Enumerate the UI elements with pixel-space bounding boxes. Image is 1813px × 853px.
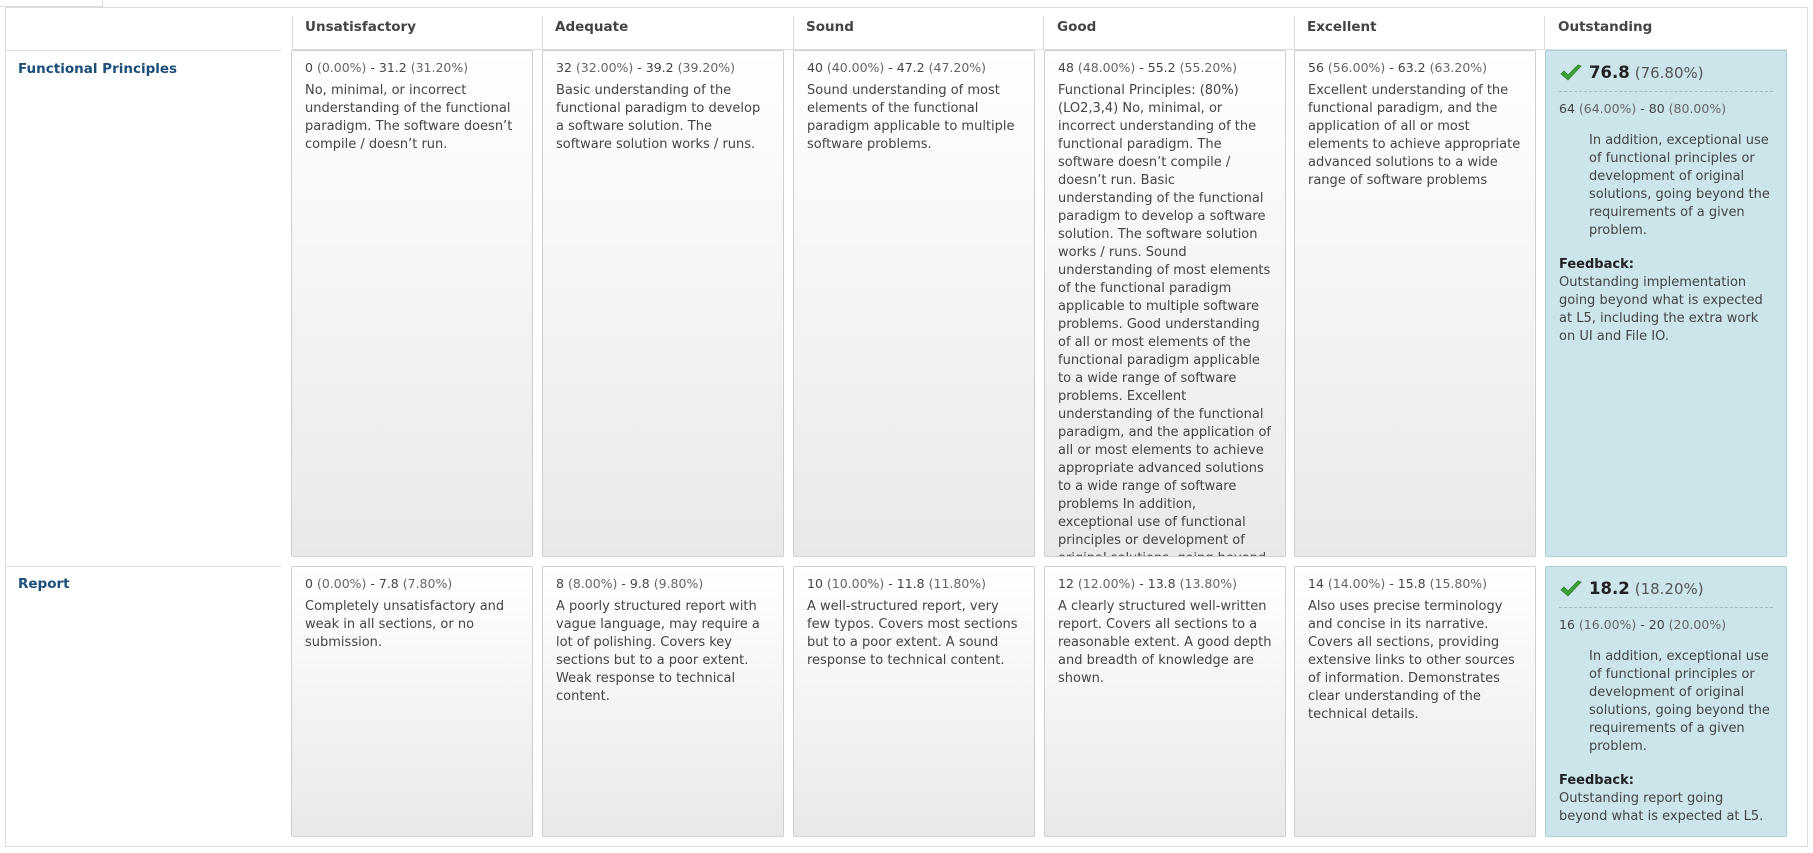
level-description: Completely unsatisfactory and weak in al… <box>305 599 505 650</box>
score-range: 32 (32.00%) - 39.2 (39.20%) <box>556 60 736 75</box>
level-description: Also uses precise terminology and concis… <box>1308 599 1515 722</box>
score-range: 0 (0.00%) - 31.2 (31.20%) <box>305 60 469 75</box>
rubric-level-cell[interactable]: 0 (0.00%) - 31.2 (31.20%) No, minimal, o… <box>291 50 533 557</box>
score-range: 10 (10.00%) - 11.8 (11.80%) <box>807 576 987 591</box>
level-description: Functional Principles: (80%) (LO2,3,4) N… <box>1058 83 1272 556</box>
score-range: 0 (0.00%) - 7.8 (7.80%) <box>305 576 453 591</box>
criterion-label-functional-principles: Functional Principles <box>18 61 178 77</box>
score-percent: (76.80%) <box>1634 64 1704 82</box>
rubric-level-cell[interactable]: 32 (32.00%) - 39.2 (39.20%) Basic unders… <box>542 50 784 557</box>
score-range: 14 (14.00%) - 15.8 (15.80%) <box>1308 576 1488 591</box>
column-header-outstanding: Outstanding <box>1558 19 1653 35</box>
score-range: 16 (16.00%) - 20 (20.00%) <box>1559 617 1727 632</box>
rubric-level-cell[interactable]: 48 (48.00%) - 55.2 (55.20%) Functional P… <box>1044 50 1286 557</box>
feedback-text: Outstanding report going beyond what is … <box>1559 791 1764 824</box>
score-value: 18.2 <box>1589 579 1630 598</box>
level-description: Sound understanding of most elements of … <box>807 83 1015 152</box>
checkmark-icon <box>1560 580 1582 597</box>
level-description: A clearly structured well-written report… <box>1058 599 1272 686</box>
rubric-level-cell[interactable]: 40 (40.00%) - 47.2 (47.20%) Sound unders… <box>793 50 1035 557</box>
score-range: 48 (48.00%) - 55.2 (55.20%) <box>1058 60 1238 75</box>
rubric-level-cell[interactable]: 10 (10.00%) - 11.8 (11.80%) A well-struc… <box>793 566 1035 837</box>
level-description: In addition, exceptional use of function… <box>1589 649 1770 754</box>
column-separator <box>542 16 543 50</box>
checkmark-icon <box>1560 64 1582 81</box>
column-header-sound: Sound <box>806 19 854 35</box>
column-separator <box>793 16 794 50</box>
rubric-level-cell[interactable]: 56 (56.00%) - 63.2 (63.20%) Excellent un… <box>1294 50 1536 557</box>
row-divider <box>6 566 281 567</box>
score-range: 64 (64.00%) - 80 (80.00%) <box>1559 101 1727 116</box>
awarded-score: 18.2 (18.20%) <box>1559 579 1773 608</box>
score-range: 40 (40.00%) - 47.2 (47.20%) <box>807 60 987 75</box>
column-separator <box>1544 16 1545 50</box>
level-description: Basic understanding of the functional pa… <box>556 83 761 152</box>
column-separator <box>292 16 293 50</box>
column-header-unsatisfactory: Unsatisfactory <box>305 19 417 35</box>
selected-level-cell[interactable]: 18.2 (18.20%) 16 (16.00%) - 20 (20.00%) … <box>1545 566 1787 837</box>
top-tab-edge <box>0 0 103 7</box>
rubric-level-cell[interactable]: 0 (0.00%) - 7.8 (7.80%) Completely unsat… <box>291 566 533 837</box>
score-value: 76.8 <box>1589 63 1630 82</box>
level-description: In addition, exceptional use of function… <box>1589 133 1770 238</box>
column-header-adequate: Adequate <box>555 19 629 35</box>
feedback-label: Feedback: <box>1559 773 1634 788</box>
score-range: 56 (56.00%) - 63.2 (63.20%) <box>1308 60 1488 75</box>
level-description: A well-structured report, very few typos… <box>807 599 1018 668</box>
rubric-level-cell[interactable]: 14 (14.00%) - 15.8 (15.80%) Also uses pr… <box>1294 566 1536 837</box>
column-header-good: Good <box>1057 19 1097 35</box>
column-separator <box>1043 16 1044 50</box>
rubric-level-cell[interactable]: 12 (12.00%) - 13.8 (13.80%) A clearly st… <box>1044 566 1286 837</box>
rubric-level-cell[interactable]: 8 (8.00%) - 9.8 (9.80%) A poorly structu… <box>542 566 784 837</box>
score-range: 8 (8.00%) - 9.8 (9.80%) <box>556 576 704 591</box>
level-description: A poorly structured report with vague la… <box>556 599 760 704</box>
level-description: No, minimal, or incorrect understanding … <box>305 83 513 152</box>
selected-level-cell[interactable]: 76.8 (76.80%) 64 (64.00%) - 80 (80.00%) … <box>1545 50 1787 557</box>
row-divider <box>6 50 281 51</box>
criterion-label-report: Report <box>18 576 70 592</box>
column-header-excellent: Excellent <box>1307 19 1377 35</box>
awarded-score: 76.8 (76.80%) <box>1559 63 1773 92</box>
score-range: 12 (12.00%) - 13.8 (13.80%) <box>1058 576 1238 591</box>
feedback-label: Feedback: <box>1559 257 1634 272</box>
level-description: Excellent understanding of the functiona… <box>1308 83 1521 188</box>
column-separator <box>1294 16 1295 50</box>
feedback-text: Outstanding implementation going beyond … <box>1559 275 1763 344</box>
score-percent: (18.20%) <box>1634 580 1704 598</box>
